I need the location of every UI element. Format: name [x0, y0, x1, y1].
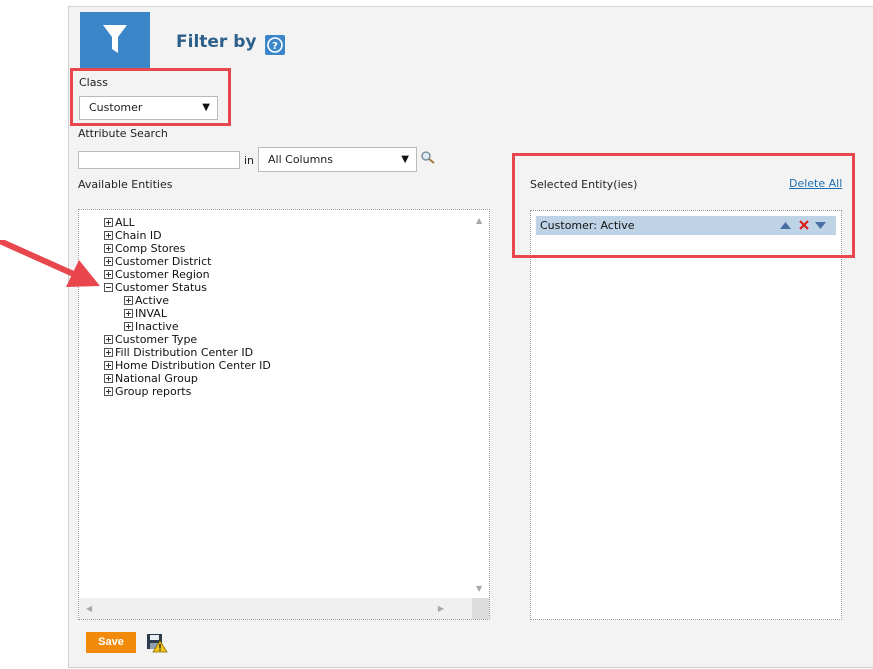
- tree-node-label: Chain ID: [115, 229, 162, 242]
- tree-node[interactable]: Customer Region: [104, 268, 271, 281]
- tree-child-node[interactable]: INVAL: [104, 307, 271, 320]
- tree-node[interactable]: Chain ID: [104, 229, 271, 242]
- expand-icon[interactable]: [104, 218, 113, 227]
- filter-tile: [80, 12, 150, 70]
- tree-node[interactable]: Customer Status: [104, 281, 271, 294]
- scroll-right-icon[interactable]: ▶: [438, 604, 444, 613]
- available-entities-tree: ALL Chain ID Comp Stores Customer District C…: [78, 209, 490, 620]
- svg-text:?: ?: [272, 41, 278, 52]
- scroll-down-icon[interactable]: ▼: [476, 584, 482, 593]
- attribute-search-input[interactable]: [78, 151, 240, 169]
- help-button[interactable]: ?: [265, 35, 285, 55]
- tree-node-label: ALL: [115, 216, 135, 229]
- tree-node-label: Home Distribution Center ID: [115, 359, 271, 372]
- funnel-icon: [103, 25, 127, 53]
- tree-node-label: Customer Type: [115, 333, 198, 346]
- page-title: Filter by: [176, 32, 257, 52]
- tree-horizontal-scrollbar[interactable]: ◀ ▶: [79, 598, 472, 619]
- class-highlight: [70, 68, 231, 126]
- tree-node-label: Inactive: [135, 320, 179, 333]
- save-button[interactable]: Save: [86, 632, 136, 653]
- expand-icon[interactable]: [104, 231, 113, 240]
- tree-node-label: Group reports: [115, 385, 192, 398]
- attribute-search-label: Attribute Search: [78, 127, 168, 140]
- tree-node-label: Fill Distribution Center ID: [115, 346, 254, 359]
- question-icon: ?: [267, 37, 283, 53]
- tree-node[interactable]: ALL: [104, 216, 271, 229]
- expand-icon[interactable]: [104, 374, 113, 383]
- tree-node-label: National Group: [115, 372, 198, 385]
- chevron-down-icon: ▼: [401, 154, 409, 165]
- expand-icon[interactable]: [104, 335, 113, 344]
- column-select-value: All Columns: [268, 153, 333, 166]
- tree-node-label: Comp Stores: [115, 242, 186, 255]
- tree-child-node[interactable]: Inactive: [104, 320, 271, 333]
- scroll-up-icon[interactable]: ▲: [476, 216, 482, 225]
- expand-icon[interactable]: [104, 387, 113, 396]
- tree-node[interactable]: Group reports: [104, 385, 271, 398]
- tree-node[interactable]: Customer Type: [104, 333, 271, 346]
- tree-list: ALL Chain ID Comp Stores Customer District C…: [104, 216, 271, 398]
- expand-icon[interactable]: [104, 348, 113, 357]
- expand-icon[interactable]: [124, 322, 133, 331]
- expand-icon[interactable]: [124, 296, 133, 305]
- scroll-left-icon[interactable]: ◀: [86, 604, 92, 613]
- column-select[interactable]: All Columns ▼: [258, 147, 417, 172]
- tree-node-label: INVAL: [135, 307, 167, 320]
- tree-vertical-scrollbar[interactable]: ▲ ▼: [472, 210, 489, 599]
- annotation-arrow-icon: [0, 240, 100, 287]
- tree-child-node[interactable]: Active: [104, 294, 271, 307]
- scrollbar-corner: [472, 598, 489, 619]
- tree-node-label: Customer Region: [115, 268, 210, 281]
- selected-entities-list: Customer: Active: [530, 210, 842, 620]
- tree-node[interactable]: Customer District: [104, 255, 271, 268]
- tree-node[interactable]: Home Distribution Center ID: [104, 359, 271, 372]
- selected-highlight: [512, 153, 855, 258]
- tree-node[interactable]: National Group: [104, 372, 271, 385]
- tree-node[interactable]: Fill Distribution Center ID: [104, 346, 271, 359]
- expand-icon[interactable]: [104, 361, 113, 370]
- tree-node-label: Customer District: [115, 255, 212, 268]
- tree-node-label: Customer Status: [115, 281, 207, 294]
- available-entities-label: Available Entities: [78, 178, 173, 191]
- save-warning-icon[interactable]: [146, 633, 168, 653]
- in-label: in: [244, 154, 255, 167]
- tree-node[interactable]: Comp Stores: [104, 242, 271, 255]
- expand-icon[interactable]: [124, 309, 133, 318]
- search-icon[interactable]: [420, 150, 436, 164]
- tree-node-label: Active: [135, 294, 170, 307]
